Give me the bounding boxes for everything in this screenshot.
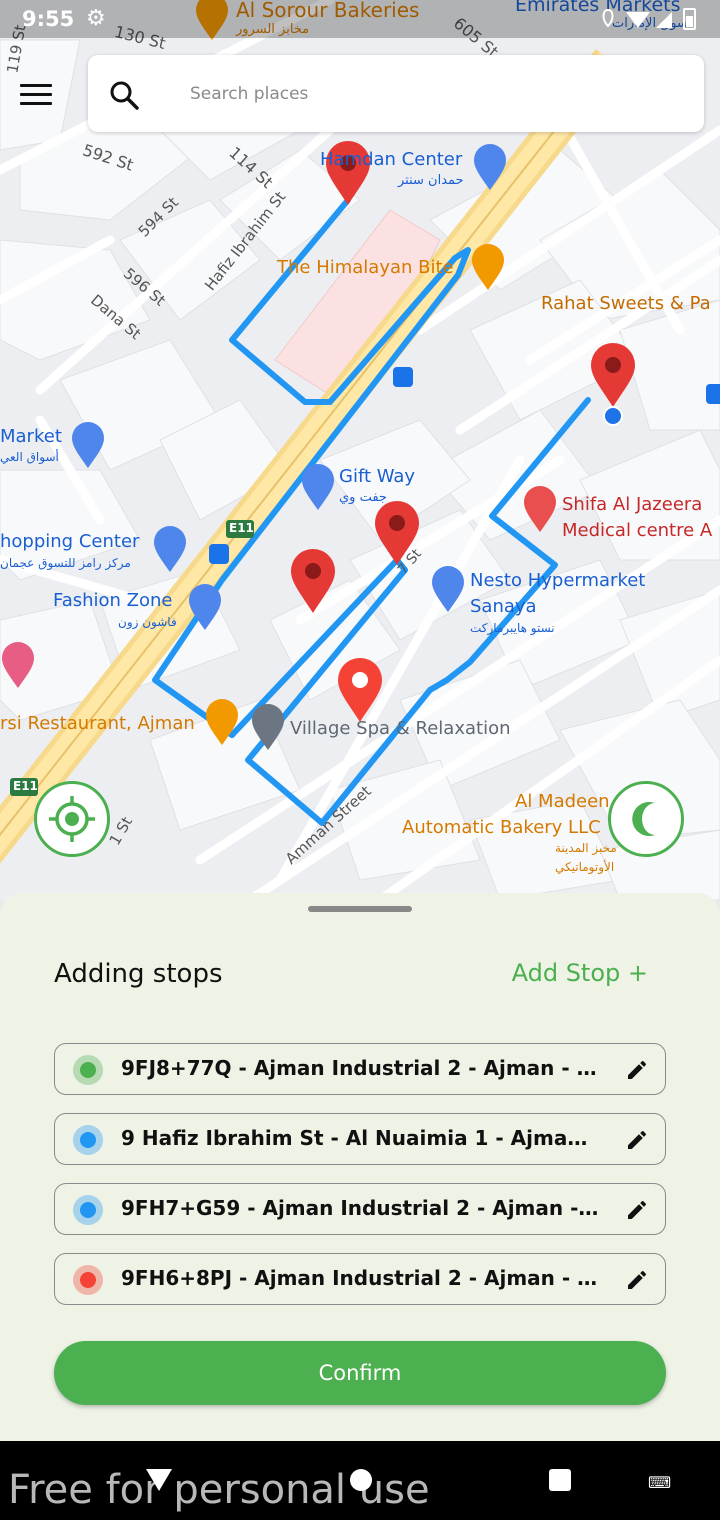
- map-label-fashion-ar: فاشون زون: [118, 615, 177, 629]
- map-label-restaurant: rsi Restaurant, Ajman: [0, 713, 195, 734]
- watermark: Free for personal use: [8, 1467, 430, 1513]
- sheet-drag-handle[interactable]: [308, 906, 412, 912]
- highway-shield-e11-2: E11: [13, 779, 38, 793]
- add-stop-button[interactable]: Add Stop +: [512, 959, 648, 987]
- edit-icon[interactable]: [625, 1058, 649, 1082]
- map-label-madeena-1: Al Madeen: [515, 791, 610, 812]
- map-label-nesto-2: Sanaya: [470, 596, 537, 617]
- keyboard-icon[interactable]: ⌨: [648, 1473, 671, 1492]
- edit-icon[interactable]: [625, 1128, 649, 1152]
- status-icons: [602, 6, 702, 37]
- stop-color-indicator: [73, 1055, 103, 1085]
- signal-battery-icon: [602, 8, 696, 30]
- map-label-shopping-ar: مركز رامز للتسوق عجمان: [0, 556, 131, 570]
- map-label-shopping: hopping Center: [0, 531, 140, 552]
- map-label-madeena-2: Automatic Bakery LLC: [402, 817, 601, 838]
- map-label-villagespa: Village Spa & Relaxation: [290, 718, 511, 739]
- stop-item[interactable]: 9FJ8+77Q - Ajman Industrial 2 - Ajman - …: [54, 1043, 666, 1095]
- search-bar[interactable]: [88, 55, 704, 132]
- map-label-madeena-ar-1: مخبز المدينة: [555, 841, 617, 855]
- stop-color-indicator: [73, 1125, 103, 1155]
- stop-item[interactable]: 9FH7+G59 - Ajman Industrial 2 - Ajman - …: [54, 1183, 666, 1235]
- stop-item[interactable]: 9 Hafiz Ibrahim St - Al Nuaimia 1 - Ajma…: [54, 1113, 666, 1165]
- status-bar: 9:55 ⚙: [0, 0, 720, 38]
- map-label-fashion: Fashion Zone: [53, 590, 173, 611]
- menu-button[interactable]: [20, 84, 52, 108]
- map-label-market-ar: أسواق العي: [0, 450, 59, 464]
- highway-shield-e11: E11: [229, 521, 254, 535]
- map-canvas: [0, 0, 720, 900]
- map-label-rahat: Rahat Sweets & Pa: [541, 293, 711, 314]
- stop-color-indicator: [73, 1195, 103, 1225]
- map-label-himalayan: The Himalayan Bite: [277, 257, 454, 278]
- map-label-giftway: Gift Way: [339, 466, 416, 487]
- edit-icon[interactable]: [625, 1268, 649, 1292]
- settings-icon: ⚙: [86, 6, 106, 31]
- map-label-nesto-ar: نستو هايبرماركت: [470, 621, 555, 635]
- search-icon[interactable]: [108, 79, 140, 111]
- my-location-icon: [49, 796, 95, 842]
- my-location-button[interactable]: [34, 781, 110, 857]
- stop-color-indicator: [73, 1265, 103, 1295]
- confirm-button[interactable]: Confirm: [54, 1341, 666, 1405]
- map-label-hamdan: Hamdan Center: [320, 149, 463, 170]
- map-view[interactable]: Al Sorour Bakeries مخابز السرور Emirates…: [0, 0, 720, 900]
- map-label-shifa-1: Shifa Al Jazeera: [562, 494, 703, 515]
- stops-bottom-sheet: Adding stops Add Stop + 9FJ8+77Q - Ajman…: [0, 893, 720, 1441]
- status-time: 9:55: [22, 7, 75, 31]
- stop-label: 9FJ8+77Q - Ajman Industrial 2 - Ajman - …: [121, 1056, 601, 1080]
- moon-icon: [632, 802, 655, 836]
- sheet-title: Adding stops: [54, 959, 223, 989]
- map-label-hamdan-ar: حمدان سنتر: [398, 173, 464, 188]
- stop-label: 9FH7+G59 - Ajman Industrial 2 - Ajman - …: [121, 1196, 601, 1220]
- nav-recents-icon[interactable]: [549, 1469, 571, 1491]
- menu-icon: [20, 84, 52, 105]
- theme-toggle-button[interactable]: [608, 781, 684, 857]
- map-label-shifa-2: Medical centre A: [562, 520, 713, 541]
- map-label-market: Market: [0, 426, 62, 447]
- map-label-madeena-ar-2: الأوتوماتيكي: [555, 860, 615, 874]
- edit-icon[interactable]: [625, 1198, 649, 1222]
- stop-item[interactable]: 9FH6+8PJ - Ajman Industrial 2 - Ajman - …: [54, 1253, 666, 1305]
- map-label-nesto-1: Nesto Hypermarket: [470, 570, 646, 591]
- stop-label: 9 Hafiz Ibrahim St - Al Nuaimia 1 - Ajma…: [121, 1126, 601, 1150]
- map-label-giftway-ar: جفت وي: [339, 490, 387, 505]
- search-input[interactable]: [188, 78, 672, 110]
- stop-label: 9FH6+8PJ - Ajman Industrial 2 - Ajman - …: [121, 1266, 601, 1290]
